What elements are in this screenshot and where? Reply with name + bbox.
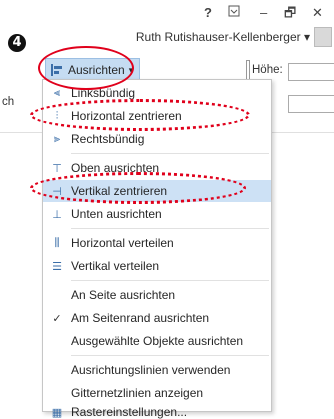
- menu-separator: [71, 153, 269, 154]
- title-bar: ? – 🗗 ✕: [0, 0, 334, 28]
- align-bottom-icon: ⊥: [52, 207, 62, 221]
- menu-item-label: Ausgewählte Objekte ausrichten: [71, 334, 244, 348]
- menu-separator: [71, 228, 269, 229]
- close-button[interactable]: ✕: [312, 3, 323, 23]
- menu-item-label: An Seite ausrichten: [71, 288, 176, 302]
- align-top-icon: ⊤: [52, 161, 62, 175]
- menu-item-align-right[interactable]: ⫸ Rechtsbündig: [43, 128, 271, 150]
- annotation-circle-align-button: [38, 46, 134, 90]
- avatar[interactable]: [314, 27, 332, 47]
- menu-item-use-guides[interactable]: Ausrichtungslinien verwenden: [43, 359, 271, 381]
- menu-item-label: Vertikal verteilen: [71, 259, 160, 273]
- user-name[interactable]: Ruth Rutishauser-Kellenberger ▾: [136, 30, 310, 44]
- menu-item-align-to-page[interactable]: An Seite ausrichten: [43, 284, 271, 306]
- menu-item-label: Horizontal verteilen: [71, 236, 174, 250]
- menu-separator: [71, 355, 269, 356]
- menu-item-label: Rastereinstellungen...: [71, 405, 188, 419]
- menu-item-label: Am Seitenrand ausrichten: [71, 311, 210, 325]
- menu-separator: [71, 280, 269, 281]
- ribbon-partial-label: ch: [2, 96, 15, 108]
- maximize-button[interactable]: 🗗: [284, 3, 296, 23]
- chevron-down-icon: ▾: [303, 30, 310, 44]
- checkmark-icon: ✓: [52, 311, 62, 325]
- ribbon-display-icon[interactable]: [228, 3, 240, 23]
- menu-item-label: Ausrichtungslinien verwenden: [71, 363, 231, 377]
- menu-item-label: Rechtsbündig: [71, 132, 145, 146]
- help-button[interactable]: ?: [204, 3, 212, 23]
- align-right-icon: ⫸: [53, 132, 61, 145]
- user-name-label: Ruth Rutishauser-Kellenberger: [135, 30, 301, 44]
- minimize-button[interactable]: –: [260, 3, 267, 23]
- menu-item-align-selected-objects[interactable]: Ausgewählte Objekte ausrichten: [43, 330, 271, 352]
- menu-item-align-bottom[interactable]: ⊥ Unten ausrichten: [43, 203, 271, 225]
- grid-icon: ▦: [51, 405, 63, 419]
- menu-item-label: Gitternetzlinien anzeigen: [71, 386, 204, 400]
- menu-item-grid-settings[interactable]: ▦ Rastereinstellungen...: [43, 405, 271, 419]
- width-field[interactable]: [288, 95, 334, 113]
- menu-item-label: Unten ausrichten: [71, 207, 162, 221]
- distribute-horizontal-icon: ⫼: [54, 236, 60, 249]
- step-badge: 4: [8, 34, 26, 52]
- annotation-circle-center-horizontal: [30, 99, 250, 131]
- menu-item-distribute-vertical[interactable]: ☰ Vertikal verteilen: [43, 255, 271, 277]
- height-field[interactable]: [288, 63, 334, 81]
- menu-item-show-gridlines[interactable]: Gitternetzlinien anzeigen: [43, 382, 271, 404]
- annotation-circle-center-vertical: [30, 172, 246, 204]
- height-label: Höhe:: [252, 64, 283, 76]
- distribute-vertical-icon: ☰: [52, 259, 62, 273]
- menu-item-distribute-horizontal[interactable]: ⫼ Horizontal verteilen: [43, 232, 271, 254]
- menu-item-align-to-margin[interactable]: ✓ Am Seitenrand ausrichten: [43, 307, 271, 329]
